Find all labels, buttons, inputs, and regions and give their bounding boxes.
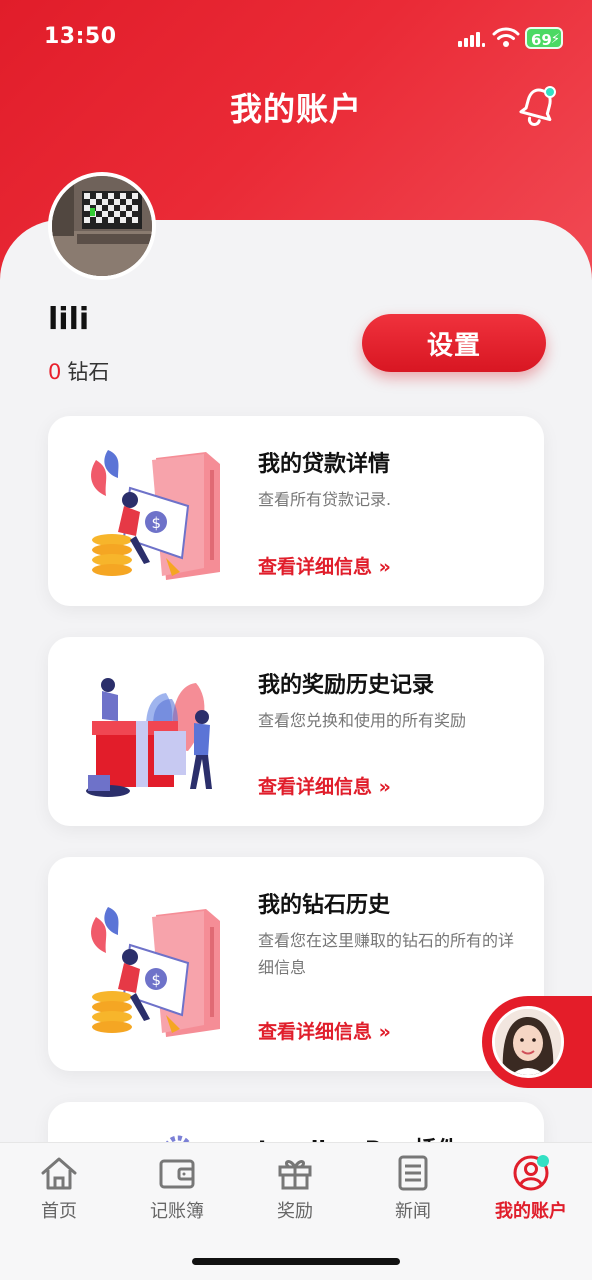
wallet-icon <box>159 1159 195 1189</box>
card-title: 我的钻石历史 <box>258 893 391 918</box>
charging-icon: ⚡ <box>550 32 560 47</box>
diamond-history-card[interactable]: $ 我的钻石历史 查看您在这里赚取的钻石的所有的详细信息 查看详细信息 » <box>48 857 544 1071</box>
nav-label: 新闻 <box>395 1201 431 1222</box>
card-title: 我的奖励历史记录 <box>258 673 435 698</box>
card-title: 我的贷款详情 <box>258 452 391 477</box>
nav-label: 奖励 <box>277 1201 313 1222</box>
loan-details-card[interactable]: $ 我的贷款详情 查看所有贷款记录. 查看详细信息 » <box>48 416 544 606</box>
view-details-link[interactable]: 查看详细信息 » <box>258 552 391 579</box>
nav-label: 我的账户 <box>495 1201 567 1222</box>
account-screen: 13:50 69 ⚡ 我的账户 lili 0 钻石 设置 $ 我的贷款详情 查看… <box>0 0 592 1280</box>
nav-news[interactable]: 新闻 <box>354 1149 472 1229</box>
agent-photo <box>495 1009 561 1075</box>
notification-dot <box>544 86 556 98</box>
account-icon <box>513 1155 549 1191</box>
status-bar: 13:50 69 ⚡ <box>0 18 592 58</box>
news-icon <box>398 1155 428 1191</box>
wifi-icon <box>492 27 520 47</box>
home-indicator <box>192 1258 400 1265</box>
settings-button[interactable]: 设置 <box>362 314 546 372</box>
username: lili <box>48 302 90 337</box>
nav-rewards[interactable]: 奖励 <box>236 1149 354 1229</box>
customer-support-button[interactable] <box>482 996 592 1088</box>
nav-ledger[interactable]: 记账簿 <box>118 1149 236 1229</box>
diamond-label: 钻石 <box>67 360 110 384</box>
diamond-count: 0 <box>48 360 62 384</box>
nav-label: 记账簿 <box>150 1201 204 1222</box>
status-time: 13:50 <box>44 24 117 49</box>
loan-illustration: $ <box>91 450 220 580</box>
card-description: 查看您在这里赚取的钻石的所有的详细信息 <box>258 931 515 977</box>
card-description: 查看所有贷款记录. <box>258 490 392 509</box>
avatar[interactable] <box>48 172 156 280</box>
view-details-link[interactable]: 查看详细信息 » <box>258 1017 391 1044</box>
nav-label: 首页 <box>41 1201 77 1222</box>
diamond-balance: 0 钻石 <box>48 356 109 386</box>
svg-text:$: $ <box>152 971 162 989</box>
rewards-history-card[interactable]: 我的奖励历史记录 查看您兑换和使用的所有奖励 查看详细信息 » <box>48 637 544 826</box>
avatar-image <box>52 176 152 276</box>
nav-account[interactable]: 我的账户 <box>472 1149 590 1229</box>
support-agent-avatar <box>492 1006 564 1078</box>
card-description: 查看您兑换和使用的所有奖励 <box>258 711 467 730</box>
signal-icon <box>458 31 486 47</box>
diamond-illustration: $ <box>91 907 220 1037</box>
gift-icon <box>278 1160 312 1190</box>
view-details-link[interactable]: 查看详细信息 » <box>258 772 391 799</box>
battery-level: 69 <box>531 31 552 49</box>
svg-text:$: $ <box>152 514 162 532</box>
nav-home[interactable]: 首页 <box>0 1149 118 1229</box>
rewards-illustration <box>86 678 212 797</box>
page-title: 我的账户 <box>229 90 362 128</box>
home-icon <box>41 1157 77 1190</box>
notification-button[interactable] <box>516 84 560 128</box>
battery-icon: 69 ⚡ <box>525 27 563 49</box>
